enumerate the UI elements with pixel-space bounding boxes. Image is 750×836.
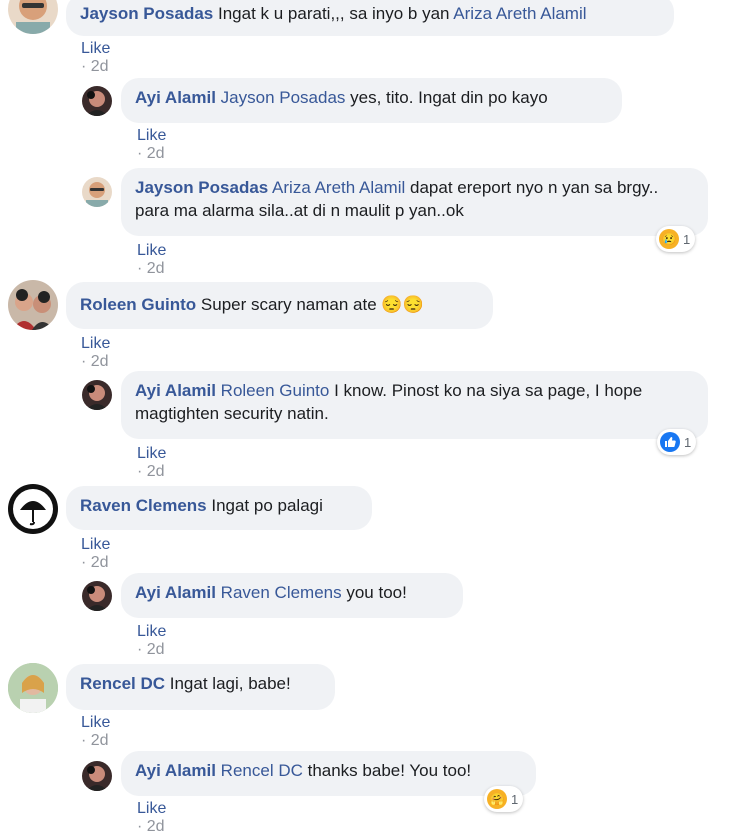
like-reaction-icon — [660, 432, 680, 452]
like-link[interactable]: Like — [81, 536, 110, 553]
comment-bubble: Ayi Alamil Roleen Guinto I know. Pinost … — [121, 371, 708, 439]
timestamp[interactable]: 2d — [147, 463, 165, 480]
avatar[interactable] — [82, 761, 112, 791]
timestamp[interactable]: 2d — [147, 641, 165, 658]
avatar[interactable] — [82, 177, 112, 207]
comment-meta: Like · 2d — [81, 40, 111, 75]
comment-mention[interactable]: Rencel DC — [221, 761, 303, 780]
comment-text: thanks babe! You too! — [302, 761, 472, 780]
comment-mention[interactable]: Roleen Guinto — [221, 381, 330, 400]
reaction-badge[interactable]: 😢 1 — [656, 226, 696, 252]
comment-author[interactable]: Ayi Alamil — [135, 381, 216, 400]
comment-meta: Like · 2d — [137, 800, 167, 835]
timestamp[interactable]: 2d — [147, 818, 165, 835]
comment-text: Ingat lagi, babe! — [165, 674, 291, 693]
like-link[interactable]: Like — [137, 623, 166, 640]
comment-text: you too! — [341, 583, 407, 602]
comment-bubble: Rencel DC Ingat lagi, babe! — [66, 664, 335, 710]
comment-bubble: Raven Clemens Ingat po palagi — [66, 486, 372, 530]
comment-mention[interactable]: Ariza Areth Alamil — [453, 4, 586, 23]
comment-bubble: Ayi Alamil Rencel DC thanks babe! You to… — [121, 751, 536, 796]
like-link[interactable]: Like — [137, 127, 166, 144]
comment-author[interactable]: Jayson Posadas — [135, 178, 268, 197]
timestamp[interactable]: 2d — [147, 145, 165, 162]
comment-author[interactable]: Raven Clemens — [80, 496, 207, 515]
comment-text: Super scary naman ate 😔😔 — [196, 295, 424, 314]
comment-bubble: Roleen Guinto Super scary naman ate 😔😔 — [66, 282, 493, 329]
avatar[interactable] — [82, 581, 112, 611]
comment-author[interactable]: Rencel DC — [80, 674, 165, 693]
timestamp[interactable]: 2d — [91, 732, 109, 749]
like-link[interactable]: Like — [81, 335, 110, 352]
timestamp[interactable]: 2d — [147, 260, 165, 277]
avatar[interactable] — [8, 663, 58, 713]
comment-meta: Like · 2d — [81, 335, 111, 370]
comment-text: Ingat k u parati,,, sa inyo b yan — [217, 4, 454, 23]
comment-mention[interactable]: Jayson Posadas — [221, 88, 346, 107]
avatar[interactable] — [8, 484, 58, 534]
timestamp[interactable]: 2d — [91, 554, 109, 571]
avatar[interactable] — [82, 380, 112, 410]
comment-mention[interactable]: Ariza Areth Alamil — [272, 178, 405, 197]
comment-meta: Like · 2d — [137, 242, 167, 277]
comment-author[interactable]: Ayi Alamil — [135, 88, 216, 107]
comment-author[interactable]: Jayson Posadas — [80, 4, 213, 23]
like-link[interactable]: Like — [137, 242, 166, 259]
timestamp[interactable]: 2d — [91, 353, 109, 370]
comment-text: Ingat po palagi — [206, 496, 323, 515]
comment-author[interactable]: Ayi Alamil — [135, 761, 216, 780]
comment-meta: Like · 2d — [137, 445, 167, 480]
like-link[interactable]: Like — [81, 40, 110, 57]
like-link[interactable]: Like — [137, 445, 166, 462]
like-link[interactable]: Like — [137, 800, 166, 817]
reaction-badge[interactable]: 1 — [657, 429, 697, 455]
avatar[interactable] — [8, 0, 58, 34]
comment-meta: Like · 2d — [81, 714, 111, 749]
comment-author[interactable]: Ayi Alamil — [135, 583, 216, 602]
timestamp[interactable]: 2d — [91, 58, 109, 75]
avatar[interactable] — [82, 86, 112, 116]
comment-meta: Like · 2d — [81, 536, 111, 571]
comment-bubble: Jayson Posadas Ariza Areth Alamil dapat … — [121, 168, 708, 236]
avatar[interactable] — [8, 280, 58, 330]
care-reaction-icon: 🤗 — [487, 789, 507, 809]
comment-bubble: Ayi Alamil Jayson Posadas yes, tito. Ing… — [121, 78, 622, 123]
comment-mention[interactable]: Raven Clemens — [221, 583, 342, 602]
comment-text: yes, tito. Ingat din po kayo — [345, 88, 548, 107]
reaction-badge[interactable]: 🤗 1 — [484, 786, 524, 812]
comment-meta: Like · 2d — [137, 127, 167, 162]
sad-reaction-icon: 😢 — [659, 229, 679, 249]
comment-author[interactable]: Roleen Guinto — [80, 295, 196, 314]
like-link[interactable]: Like — [81, 714, 110, 731]
comment-bubble: Ayi Alamil Raven Clemens you too! — [121, 573, 463, 618]
comment-bubble: Jayson Posadas Ingat k u parati,,, sa in… — [66, 0, 674, 36]
comment-meta: Like · 2d — [137, 623, 167, 658]
